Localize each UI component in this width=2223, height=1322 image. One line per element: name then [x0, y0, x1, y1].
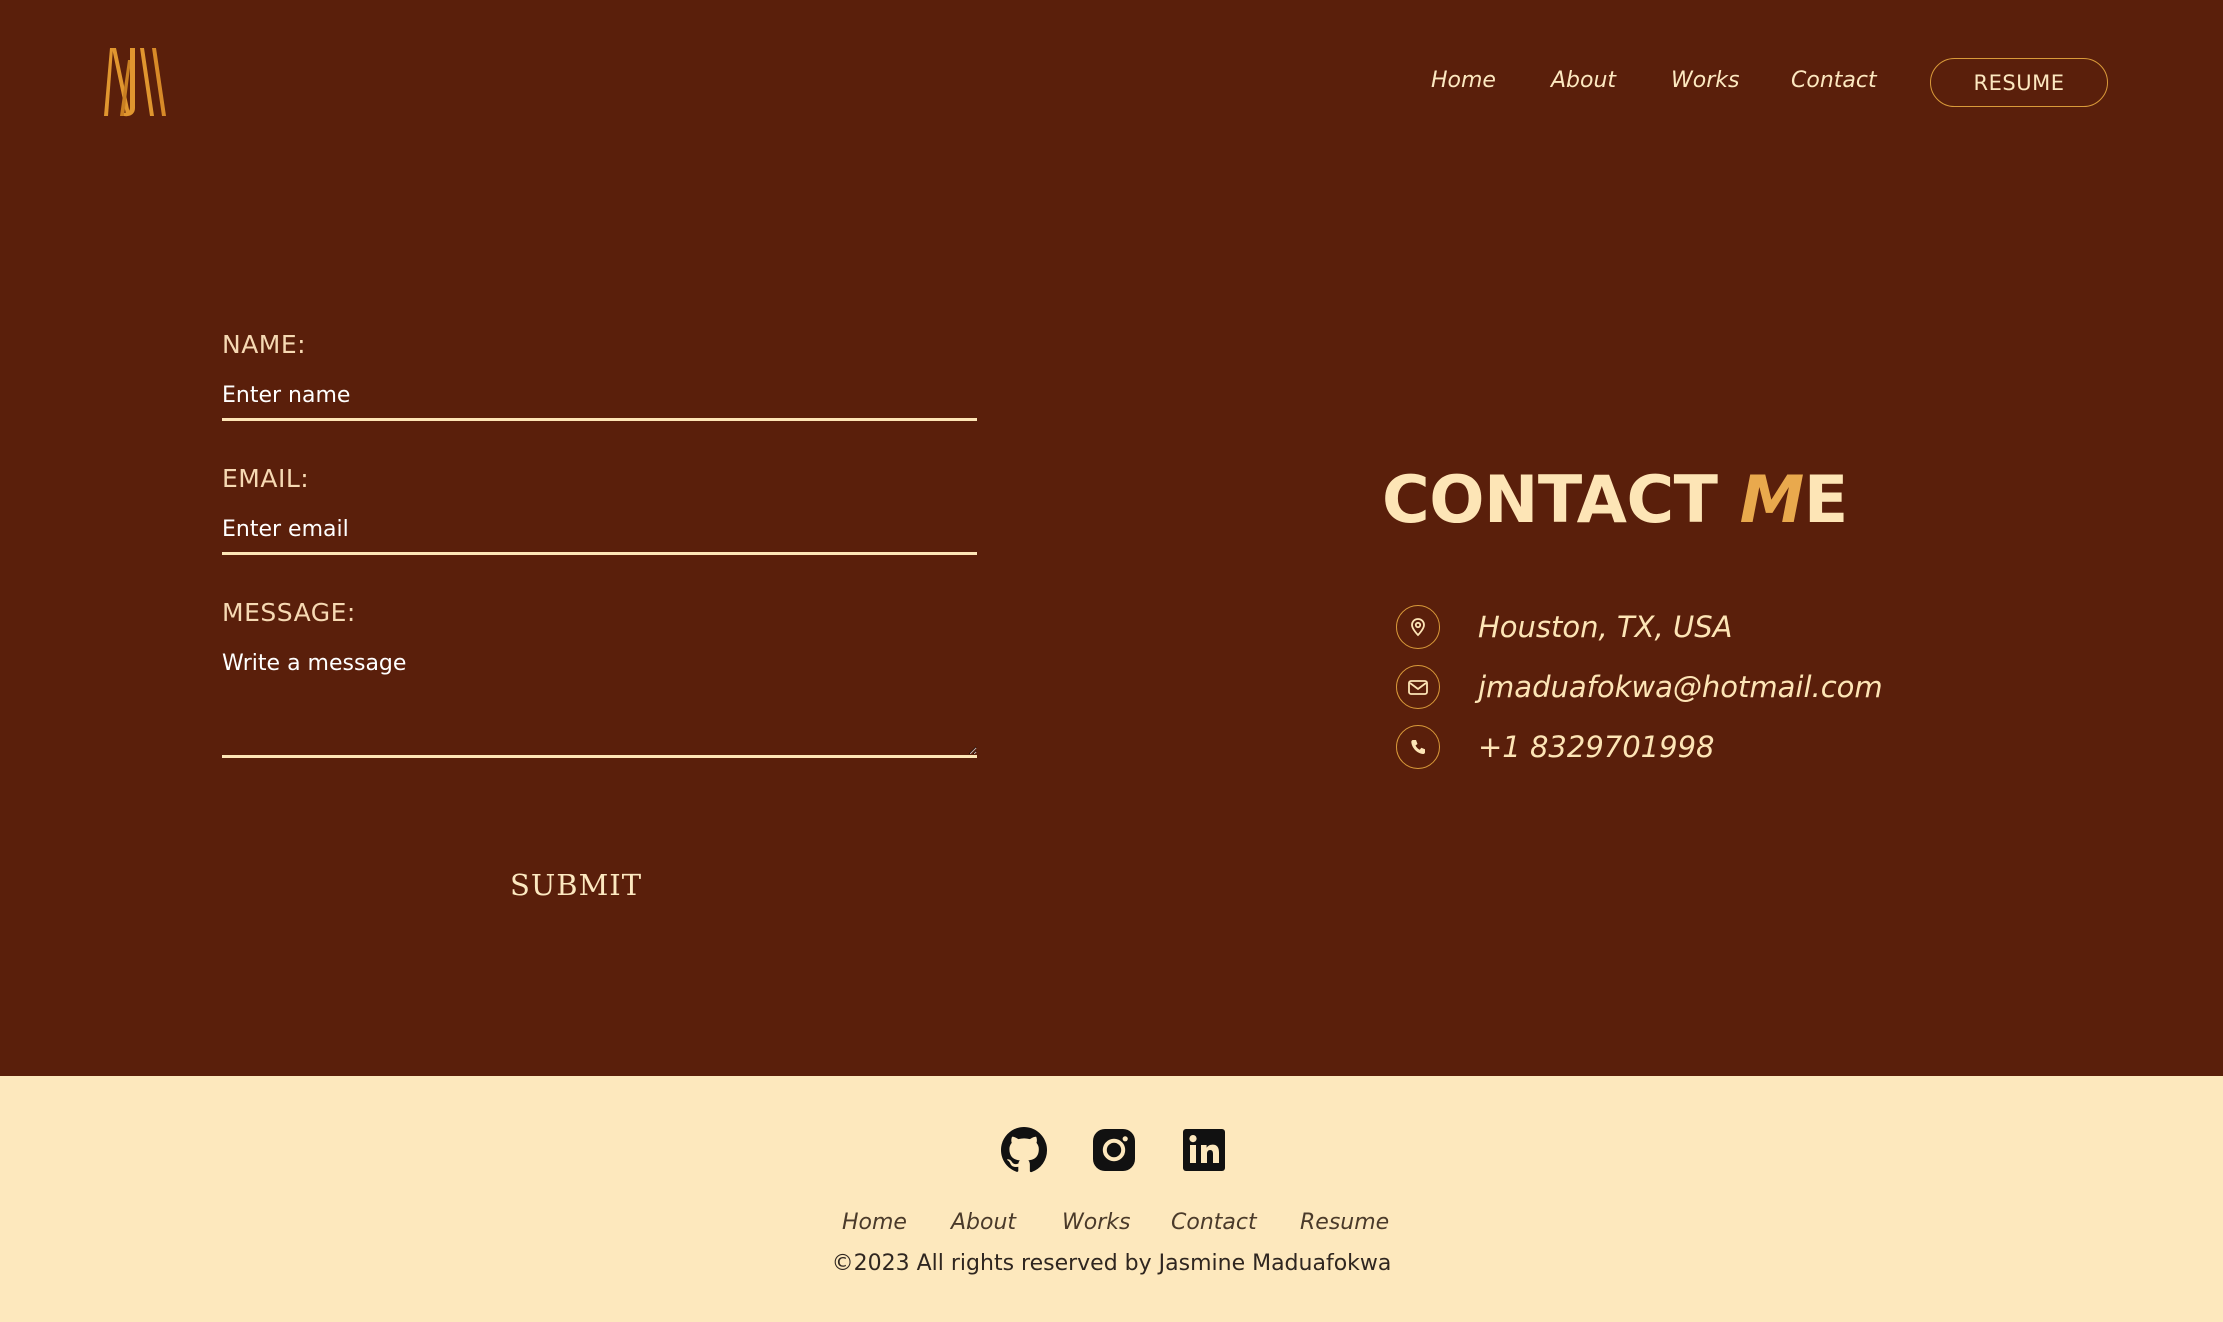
nav-home[interactable]: Home: [1431, 68, 1496, 93]
footer-nav-resume[interactable]: Resume: [1300, 1210, 1389, 1235]
email-row: jmaduafokwa@hotmail.com: [1396, 664, 1883, 710]
footer-nav-contact[interactable]: Contact: [1171, 1210, 1257, 1235]
contact-title-main: CONTACT: [1382, 463, 1740, 538]
name-label: NAME:: [222, 330, 307, 359]
name-input[interactable]: [222, 373, 977, 421]
email-input[interactable]: [222, 507, 977, 555]
nav-about[interactable]: About: [1551, 68, 1616, 93]
phone-text[interactable]: +1 8329701998: [1478, 730, 1714, 764]
contact-title: CONTACT ME: [1382, 463, 1848, 538]
submit-button[interactable]: SUBMIT: [510, 868, 642, 902]
copyright-text: ©2023 All rights reserved by Jasmine Mad…: [831, 1251, 1392, 1276]
location-text: Houston, TX, USA: [1478, 610, 1733, 644]
phone-icon: [1396, 725, 1440, 769]
location-row: Houston, TX, USA: [1396, 604, 1732, 650]
email-text[interactable]: jmaduafokwa@hotmail.com: [1478, 670, 1883, 704]
nav-works[interactable]: Works: [1671, 68, 1739, 93]
footer-nav-works[interactable]: Works: [1062, 1210, 1130, 1235]
contact-form: NAME: EMAIL: MESSAGE:: [222, 330, 977, 758]
main-nav: Home About Works Contact RESUME: [0, 58, 2223, 110]
phone-row: +1 8329701998: [1396, 724, 1714, 770]
resume-button[interactable]: RESUME: [1930, 58, 2108, 107]
nav-contact[interactable]: Contact: [1791, 68, 1877, 93]
footer-nav-about[interactable]: About: [951, 1210, 1016, 1235]
contact-title-accent: M: [1739, 463, 1805, 538]
contact-title-tail: E: [1803, 463, 1848, 538]
message-label: MESSAGE:: [222, 598, 356, 627]
location-pin-icon: [1396, 605, 1440, 649]
message-textarea[interactable]: [222, 641, 977, 758]
instagram-icon[interactable]: [1090, 1126, 1138, 1174]
footer-nav-home[interactable]: Home: [842, 1210, 907, 1235]
github-icon[interactable]: [1000, 1126, 1048, 1174]
linkedin-icon[interactable]: [1180, 1126, 1228, 1174]
email-label: EMAIL:: [222, 464, 310, 493]
footer: Home About Works Contact Resume ©2023 Al…: [0, 1076, 2223, 1322]
mail-icon: [1396, 665, 1440, 709]
